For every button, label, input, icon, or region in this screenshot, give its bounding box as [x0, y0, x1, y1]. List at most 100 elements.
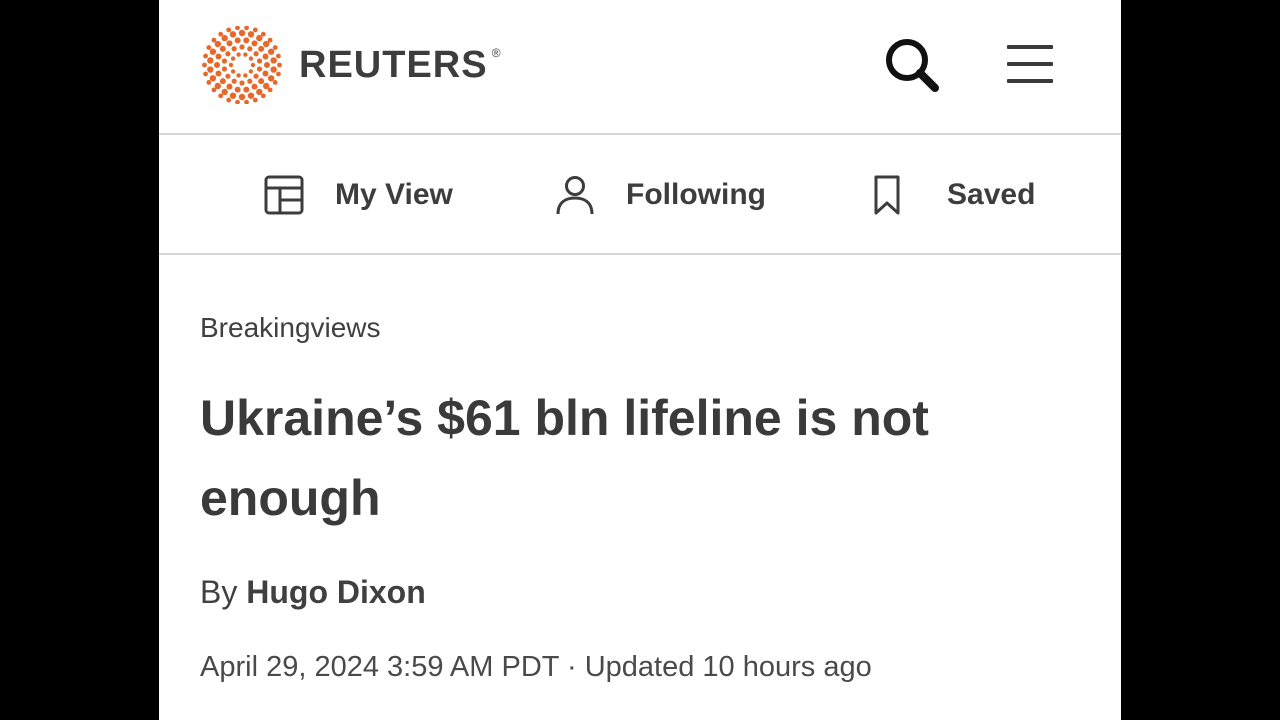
logo-dot: [244, 99, 249, 104]
logo-dot: [251, 83, 258, 90]
logo-dot: [239, 44, 245, 50]
user-nav-bar: My View Following Saved: [159, 135, 1121, 255]
search-button[interactable]: [883, 36, 943, 96]
logo-dot: [236, 73, 241, 78]
logo-dot: [221, 88, 228, 96]
logo-dot: [229, 92, 237, 99]
logo-dot: [253, 73, 259, 79]
logo-dot: [221, 58, 228, 64]
logo-dot: [247, 31, 255, 38]
logo-dot: [211, 87, 217, 93]
logo-dot: [235, 99, 240, 104]
logo-dot: [215, 70, 222, 77]
nav-following[interactable]: Following: [554, 173, 766, 217]
logo-dot: [230, 56, 236, 61]
logo-dot: [243, 86, 250, 93]
logo-dot: [230, 69, 236, 74]
nav-item-label: Saved: [947, 178, 1036, 211]
logo-dot: [251, 40, 258, 47]
brand-text: REUTERS: [299, 43, 488, 86]
nav-item-label: Following: [626, 178, 766, 211]
logo-dot: [209, 75, 217, 82]
logo-dot: [226, 97, 232, 103]
byline-prefix: By: [200, 574, 238, 610]
reuters-logo[interactable]: REUTERS ®: [201, 26, 501, 104]
logo-dot: [276, 71, 281, 77]
logo-dot: [206, 45, 212, 50]
logo-dot: [262, 70, 269, 77]
logo-dot: [215, 53, 222, 60]
logo-dot: [202, 62, 207, 68]
logo-dot: [270, 57, 277, 64]
logo-dot: [231, 78, 237, 84]
author-link[interactable]: Hugo Dixon: [246, 574, 426, 610]
logo-dot: [248, 69, 254, 74]
logo-dot: [267, 37, 273, 43]
article-header: Breakingviews Ukraine’s $61 bln lifeline…: [200, 312, 1080, 684]
nav-saved[interactable]: Saved: [867, 173, 1035, 217]
logo-dot: [260, 31, 266, 37]
logo-dot: [211, 37, 217, 43]
logo-dot: [267, 48, 275, 55]
logo-dot: [256, 58, 263, 64]
logo-dot: [264, 62, 270, 68]
logo-dot: [225, 51, 231, 57]
article-dateline: April 29, 2024 3:59 AM PDT · Updated 10 …: [200, 651, 872, 683]
logo-dot: [238, 29, 246, 37]
logo-dot: [276, 53, 281, 59]
logo-dot: [218, 93, 224, 99]
nav-my-view[interactable]: My View: [263, 173, 453, 217]
logo-dot: [258, 45, 265, 52]
logo-dot: [231, 46, 237, 52]
hamburger-menu-icon: [1007, 45, 1053, 83]
logo-dot: [221, 66, 228, 72]
person-icon: [556, 176, 594, 215]
logo-dot: [250, 62, 256, 68]
logo-dot: [248, 56, 254, 61]
logo-dot: [207, 66, 214, 73]
logo-dot: [207, 57, 214, 64]
logo-dot: [235, 26, 240, 31]
logo-dot: [256, 34, 263, 42]
menu-button[interactable]: [1003, 40, 1059, 90]
page-container: REUTERS ® My View Following Saved Breaki…: [159, 0, 1121, 720]
logo-dot: [234, 86, 241, 93]
logo-dot: [203, 53, 208, 59]
logo-dot: [256, 66, 263, 72]
byline: By Hugo Dixon: [200, 574, 1080, 611]
logo-dot: [225, 73, 231, 79]
layout-icon: [264, 175, 304, 215]
nav-item-label: My View: [335, 178, 453, 211]
logo-dot: [226, 27, 232, 33]
logo-dot: [272, 80, 278, 85]
logo-dot: [260, 93, 266, 99]
logo-dot: [243, 73, 248, 78]
logo-dot: [219, 78, 226, 85]
logo-dot: [277, 62, 282, 68]
logo-dot: [228, 62, 234, 68]
brand-name: REUTERS ®: [299, 43, 501, 87]
logo-dot: [236, 52, 241, 57]
logo-dot: [262, 53, 269, 60]
logo-dot: [252, 27, 258, 33]
logo-dot: [229, 31, 237, 38]
logo-dot: [244, 26, 249, 31]
logo-dot: [234, 37, 241, 44]
search-icon: [886, 39, 939, 92]
logo-dot: [247, 78, 253, 84]
logo-dot: [209, 48, 217, 55]
site-header: REUTERS ®: [159, 0, 1121, 135]
logo-dot: [226, 83, 233, 90]
logo-dot: [252, 97, 258, 103]
logo-dot: [221, 34, 228, 42]
logo-dot: [272, 45, 278, 50]
logo-dot: [247, 46, 253, 52]
logo-dot: [238, 93, 246, 101]
logo-dot: [243, 37, 250, 44]
logo-dot: [226, 40, 233, 47]
registered-mark: ®: [491, 45, 502, 60]
logo-dot: [218, 31, 224, 37]
logo-dot: [206, 80, 212, 85]
logo-dot: [219, 45, 226, 52]
section-link[interactable]: Breakingviews: [200, 312, 381, 344]
